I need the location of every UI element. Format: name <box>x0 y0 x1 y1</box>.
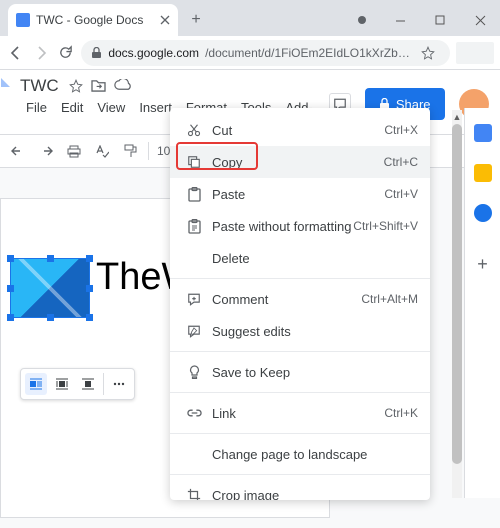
menu-edit[interactable]: Edit <box>55 98 89 132</box>
url-path: /document/d/1FiOEm2EIdLO1kXrZb… <box>205 46 410 60</box>
resize-handle[interactable] <box>7 314 14 321</box>
comment-icon <box>182 293 206 306</box>
window-controls <box>344 4 500 36</box>
menu-item-paste[interactable]: PasteCtrl+V <box>170 178 430 210</box>
link-icon <box>182 409 206 417</box>
resize-handle[interactable] <box>86 255 93 262</box>
keep-addon-icon[interactable] <box>474 164 492 182</box>
forward-button[interactable] <box>31 40 50 66</box>
redo-button[interactable] <box>36 141 56 161</box>
paste-plain-icon <box>182 219 206 234</box>
menu-item-label: Crop image <box>212 488 418 501</box>
copy-icon <box>182 155 206 169</box>
bookmark-icon[interactable] <box>416 46 440 60</box>
cloud-status-icon[interactable] <box>114 79 131 93</box>
selected-image[interactable] <box>10 258 90 318</box>
browser-titlebar: TWC - Google Docs + <box>0 0 500 36</box>
url-host: docs.google.com <box>108 46 199 60</box>
menu-item-label: Comment <box>212 292 361 307</box>
menu-item-crop-image[interactable]: Crop image <box>170 479 430 500</box>
new-tab-button[interactable]: + <box>182 6 210 34</box>
context-menu: CutCtrl+XCopyCtrl+CPasteCtrl+VPaste with… <box>170 108 430 500</box>
resize-handle[interactable] <box>7 255 14 262</box>
menu-item-label: Save to Keep <box>212 365 418 380</box>
paint-format-button[interactable] <box>120 141 140 161</box>
menu-item-change-page-to-landscape[interactable]: Change page to landscape <box>170 438 430 470</box>
extensions-area[interactable] <box>456 42 494 64</box>
paste-icon <box>182 187 206 202</box>
back-button[interactable] <box>6 40 25 66</box>
menu-item-label: Paste without formatting <box>212 219 353 234</box>
menu-shortcut: Ctrl+V <box>384 187 418 201</box>
browser-toolbar: docs.google.com /document/d/1FiOEm2EIdLO… <box>0 36 500 70</box>
wrap-inline-button[interactable] <box>25 373 47 395</box>
address-bar[interactable]: docs.google.com /document/d/1FiOEm2EIdLO… <box>81 40 449 66</box>
menu-item-copy[interactable]: CopyCtrl+C <box>170 146 430 178</box>
menu-item-delete[interactable]: Delete <box>170 242 430 274</box>
keep-icon <box>182 365 206 379</box>
resize-handle[interactable] <box>47 255 54 262</box>
tasks-addon-icon[interactable] <box>474 204 492 222</box>
menu-separator <box>170 392 430 393</box>
account-icon[interactable] <box>344 4 380 36</box>
menu-item-link[interactable]: LinkCtrl+K <box>170 397 430 429</box>
resize-handle[interactable] <box>86 285 93 292</box>
spellcheck-button[interactable] <box>92 141 112 161</box>
menu-item-cut[interactable]: CutCtrl+X <box>170 114 430 146</box>
vertical-scrollbar[interactable]: ▲ <box>452 110 462 498</box>
browser-tab[interactable]: TWC - Google Docs <box>8 4 178 36</box>
undo-button[interactable] <box>8 141 28 161</box>
maximize-button[interactable] <box>420 4 460 36</box>
menu-separator <box>170 433 430 434</box>
menu-item-label: Paste <box>212 187 384 202</box>
move-icon[interactable] <box>91 79 106 93</box>
wrap-more-button[interactable] <box>108 373 130 395</box>
print-button[interactable] <box>64 141 84 161</box>
close-icon[interactable] <box>160 15 170 25</box>
wrap-break-button[interactable] <box>77 373 99 395</box>
menu-shortcut: Ctrl+Alt+M <box>361 292 418 306</box>
crop-icon <box>182 488 206 500</box>
resize-handle[interactable] <box>86 314 93 321</box>
menu-item-paste-without-formatting[interactable]: Paste without formattingCtrl+Shift+V <box>170 210 430 242</box>
side-panel: + <box>464 108 500 498</box>
menu-item-label: Delete <box>212 251 418 266</box>
menu-separator <box>170 474 430 475</box>
menu-item-label: Cut <box>212 123 384 138</box>
get-addons-button[interactable]: + <box>477 254 488 275</box>
wrap-text-button[interactable] <box>51 373 73 395</box>
tab-title: TWC - Google Docs <box>36 13 154 27</box>
minimize-button[interactable] <box>380 4 420 36</box>
close-window-button[interactable] <box>460 4 500 36</box>
menu-shortcut: Ctrl+K <box>384 406 418 420</box>
menu-item-comment[interactable]: CommentCtrl+Alt+M <box>170 283 430 315</box>
menu-separator <box>170 278 430 279</box>
menu-view[interactable]: View <box>91 98 131 132</box>
cut-icon <box>182 123 206 137</box>
calendar-addon-icon[interactable] <box>474 124 492 142</box>
menu-separator <box>170 351 430 352</box>
document-title[interactable]: TWC <box>20 76 59 96</box>
lock-icon <box>91 47 102 59</box>
image-content <box>11 259 89 317</box>
docs-favicon <box>16 13 30 27</box>
scrollbar-thumb[interactable] <box>452 124 462 464</box>
menu-item-label: Link <box>212 406 384 421</box>
menu-item-save-to-keep[interactable]: Save to Keep <box>170 356 430 388</box>
resize-handle[interactable] <box>7 285 14 292</box>
menu-item-label: Change page to landscape <box>212 447 418 462</box>
star-icon[interactable] <box>69 79 83 93</box>
suggest-icon <box>182 325 206 338</box>
menu-shortcut: Ctrl+Shift+V <box>353 219 418 233</box>
menu-item-suggest-edits[interactable]: Suggest edits <box>170 315 430 347</box>
menu-shortcut: Ctrl+C <box>384 155 418 169</box>
scroll-up-icon[interactable]: ▲ <box>452 110 462 124</box>
menu-file[interactable]: File <box>20 98 53 132</box>
image-wrap-toolbar <box>20 368 135 400</box>
menu-shortcut: Ctrl+X <box>384 123 418 137</box>
reload-button[interactable] <box>56 40 75 66</box>
menu-item-label: Suggest edits <box>212 324 418 339</box>
resize-handle[interactable] <box>47 314 54 321</box>
menu-item-label: Copy <box>212 155 384 170</box>
